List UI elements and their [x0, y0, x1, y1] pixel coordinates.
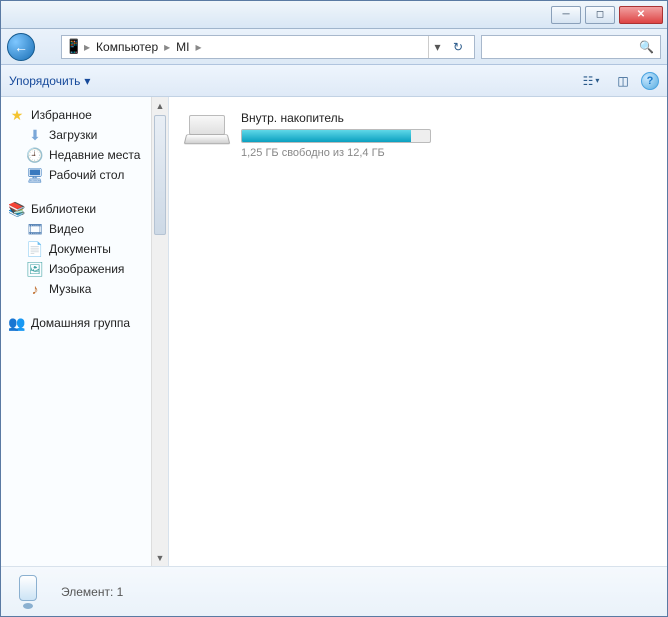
documents-label: Документы	[49, 242, 111, 256]
search-icon: 🔍	[639, 40, 654, 54]
back-button[interactable]: ←	[7, 33, 35, 61]
capacity-fill	[242, 130, 411, 142]
view-options-button[interactable]: ☷ ▾	[577, 70, 605, 92]
chevron-down-icon: ▾	[595, 76, 599, 85]
navigation-sidebar: ★ Избранное ⬇ Загрузки 🕘 Недавние места …	[1, 97, 169, 566]
explorer-window: ─ ◻ ✕ ← → 📱 ▸ Компьютер ▸ MI ▸ ▾	[0, 0, 668, 617]
drive-subtitle: 1,25 ГБ свободно из 12,4 ГБ	[241, 147, 653, 159]
capacity-bar	[241, 129, 431, 143]
device-status-icon	[13, 573, 49, 611]
address-bar[interactable]: 📱 ▸ Компьютер ▸ MI ▸ ▾ ↻	[61, 35, 475, 59]
desktop-icon: 🖥	[27, 167, 43, 183]
arrow-right-icon: →	[36, 39, 50, 55]
homegroup-group: 👥 Домашняя группа	[1, 313, 168, 333]
drive-name: Внутр. накопитель	[241, 111, 653, 125]
homegroup-icon: 👥	[9, 315, 25, 331]
address-row: ← → 📱 ▸ Компьютер ▸ MI ▸ ▾ ↻ 🔍	[1, 29, 667, 65]
device-icon: 📱	[66, 39, 82, 55]
organize-menu[interactable]: Упорядочить ▾	[9, 74, 90, 88]
refresh-icon: ↻	[453, 40, 463, 54]
music-label: Музыка	[49, 282, 91, 296]
status-bar: Элемент: 1	[1, 566, 667, 616]
help-button[interactable]: ?	[641, 72, 659, 90]
address-dropdown-button[interactable]: ▾	[428, 36, 446, 58]
breadcrumb-separator-icon: ▸	[82, 40, 92, 54]
libraries-icon: 📚	[9, 201, 25, 217]
help-icon: ?	[647, 75, 654, 87]
star-icon: ★	[9, 107, 25, 123]
breadcrumb-computer[interactable]: Компьютер	[92, 40, 162, 54]
video-label: Видео	[49, 222, 84, 236]
breadcrumb-mi[interactable]: MI	[172, 40, 193, 54]
scroll-up-icon[interactable]: ▲	[152, 97, 168, 114]
sidebar-item-desktop[interactable]: 🖥 Рабочий стол	[1, 165, 168, 185]
status-text: Элемент: 1	[61, 585, 123, 599]
window-controls: ─ ◻ ✕	[551, 6, 663, 24]
sidebar-scrollbar[interactable]: ▲ ▼	[151, 97, 168, 566]
desktop-label: Рабочий стол	[49, 168, 124, 182]
breadcrumb-separator-icon: ▸	[162, 40, 172, 54]
recent-label: Недавние места	[49, 148, 140, 162]
preview-pane-button[interactable]: ◫	[609, 70, 637, 92]
arrow-left-icon: ←	[14, 39, 28, 55]
drive-info: Внутр. накопитель 1,25 ГБ свободно из 12…	[241, 109, 653, 159]
body: ★ Избранное ⬇ Загрузки 🕘 Недавние места …	[1, 97, 667, 566]
images-icon: 🖼	[27, 261, 43, 277]
sidebar-item-favorites[interactable]: ★ Избранное	[1, 105, 168, 125]
favorites-label: Избранное	[31, 108, 92, 122]
organize-label: Упорядочить	[9, 74, 80, 88]
scrollbar-thumb[interactable]	[154, 115, 166, 235]
drive-icon	[183, 109, 231, 149]
refresh-button[interactable]: ↻	[446, 36, 470, 58]
sidebar-item-homegroup[interactable]: 👥 Домашняя группа	[1, 313, 168, 333]
chevron-down-icon: ▾	[84, 74, 90, 88]
sidebar-item-documents[interactable]: 📄 Документы	[1, 239, 168, 259]
favorites-group: ★ Избранное ⬇ Загрузки 🕘 Недавние места …	[1, 105, 168, 185]
toolbar: Упорядочить ▾ ☷ ▾ ◫ ?	[1, 65, 667, 97]
sidebar-item-music[interactable]: ♪ Музыка	[1, 279, 168, 299]
documents-icon: 📄	[27, 241, 43, 257]
view-options-icon: ☷	[583, 74, 594, 88]
nav-buttons: ← →	[7, 33, 55, 61]
video-icon: 🎞	[27, 221, 43, 237]
downloads-label: Загрузки	[49, 128, 97, 142]
sidebar-item-libraries[interactable]: 📚 Библиотеки	[1, 199, 168, 219]
images-label: Изображения	[49, 262, 124, 276]
breadcrumb-separator-icon: ▸	[194, 40, 204, 54]
sidebar-item-images[interactable]: 🖼 Изображения	[1, 259, 168, 279]
close-button[interactable]: ✕	[619, 6, 663, 24]
homegroup-label: Домашняя группа	[31, 316, 130, 330]
sidebar-item-recent[interactable]: 🕘 Недавние места	[1, 145, 168, 165]
sidebar-item-video[interactable]: 🎞 Видео	[1, 219, 168, 239]
libraries-group: 📚 Библиотеки 🎞 Видео 📄 Документы 🖼 Изобр…	[1, 199, 168, 299]
title-bar: ─ ◻ ✕	[1, 1, 667, 29]
chevron-down-icon: ▾	[434, 40, 440, 54]
maximize-button[interactable]: ◻	[585, 6, 615, 24]
downloads-icon: ⬇	[27, 127, 43, 143]
sidebar-item-downloads[interactable]: ⬇ Загрузки	[1, 125, 168, 145]
drive-item-internal-storage[interactable]: Внутр. накопитель 1,25 ГБ свободно из 12…	[183, 109, 653, 159]
minimize-button[interactable]: ─	[551, 6, 581, 24]
search-input[interactable]: 🔍	[481, 35, 661, 59]
music-icon: ♪	[27, 281, 43, 297]
content-pane: Внутр. накопитель 1,25 ГБ свободно из 12…	[169, 97, 667, 566]
preview-pane-icon: ◫	[617, 74, 628, 88]
scroll-down-icon[interactable]: ▼	[152, 549, 168, 566]
libraries-label: Библиотеки	[31, 202, 96, 216]
recent-icon: 🕘	[27, 147, 43, 163]
